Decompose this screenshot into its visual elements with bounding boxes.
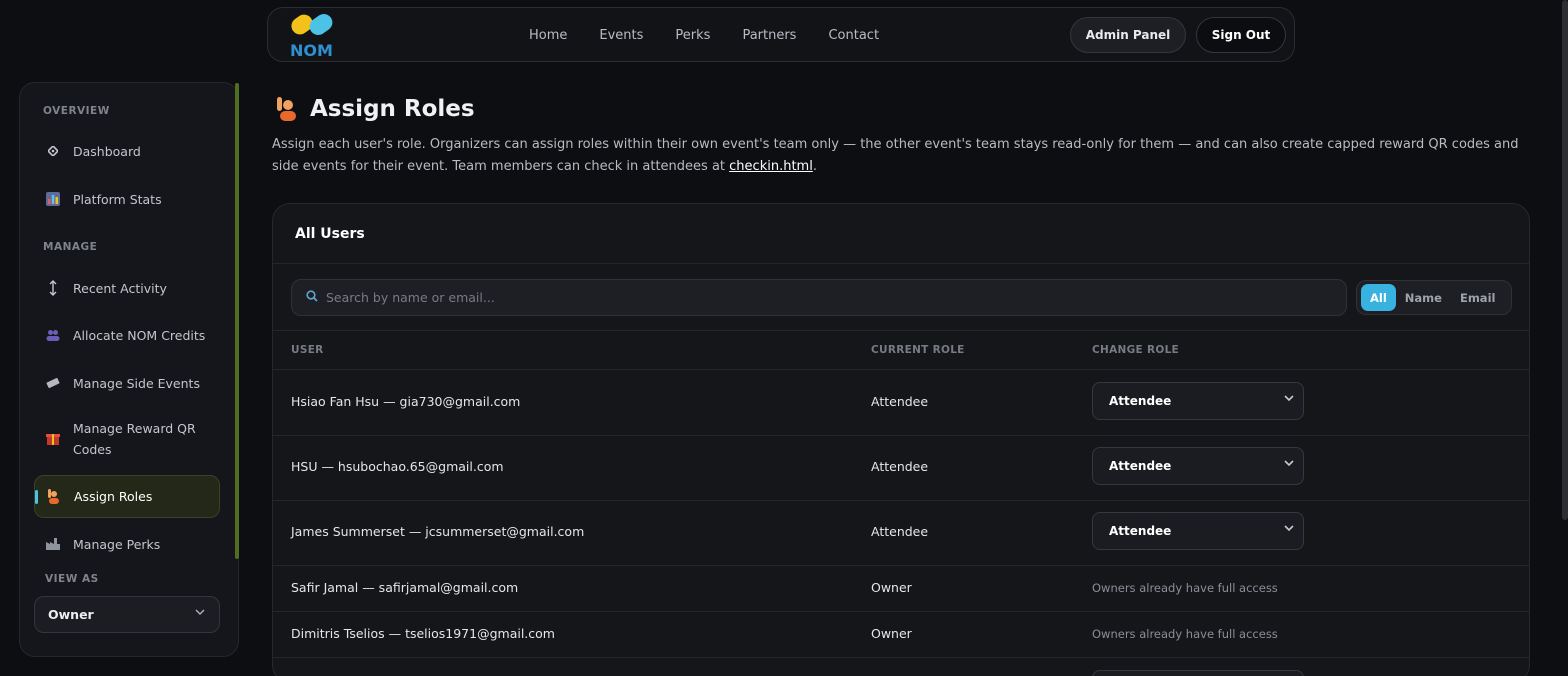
nom-logo[interactable]: NOM bbox=[288, 12, 338, 58]
change-role-select[interactable]: Attendee bbox=[1092, 382, 1304, 420]
divider bbox=[273, 263, 1529, 264]
up-down-arrow-icon bbox=[44, 279, 62, 297]
sidebar-item-manage-perks[interactable]: Manage Perks bbox=[34, 532, 220, 556]
nav-link-perks[interactable]: Perks bbox=[675, 28, 710, 43]
sidebar-item-dashboard[interactable]: Dashboard bbox=[34, 139, 220, 163]
sidebar-item-assign-roles[interactable]: Assign Roles bbox=[34, 475, 220, 518]
ticket-icon bbox=[44, 374, 62, 392]
chevron-down-icon bbox=[1284, 524, 1294, 535]
sidebar-item-manage-reward-qr-codes[interactable]: Manage Reward QR Codes bbox=[34, 416, 220, 462]
factory-icon bbox=[44, 535, 62, 553]
card-title: All Users bbox=[295, 226, 365, 242]
diamond-icon bbox=[44, 142, 62, 160]
nav-link-contact[interactable]: Contact bbox=[828, 28, 879, 43]
table-row bbox=[273, 657, 1529, 676]
sidebar-item-allocate-nom-credits[interactable]: Allocate NOM Credits bbox=[34, 323, 220, 347]
raised-hand-person-icon bbox=[45, 488, 63, 506]
divider bbox=[273, 330, 1529, 331]
change-role-select[interactable]: Attendee bbox=[1092, 447, 1304, 485]
page-scrollbar[interactable] bbox=[1562, 0, 1568, 676]
sidebar-item-label: Assign Roles bbox=[74, 489, 153, 504]
users-card: All Users All Name Email USER CURRENT RO… bbox=[272, 203, 1530, 676]
row-current-role: Attendee bbox=[871, 394, 929, 409]
row-current-role: Owner bbox=[871, 580, 912, 595]
people-icon bbox=[44, 326, 62, 344]
row-user: Hsiao Fan Hsu — gia730@gmail.com bbox=[291, 394, 521, 409]
sidebar-item-label: Manage Perks bbox=[73, 536, 161, 552]
row-user: HSU — hsubochao.65@gmail.com bbox=[291, 459, 504, 474]
search-icon bbox=[306, 290, 318, 305]
admin-panel-button[interactable]: Admin Panel bbox=[1070, 17, 1186, 53]
chevron-down-icon bbox=[195, 608, 205, 619]
sidebar-item-label: Manage Side Events bbox=[73, 375, 200, 391]
sidebar-item-recent-activity[interactable]: Recent Activity bbox=[34, 276, 220, 300]
change-role-select[interactable] bbox=[1092, 670, 1304, 676]
owner-access-note: Owners already have full access bbox=[1092, 627, 1278, 641]
page-title-text: Assign Roles bbox=[310, 96, 475, 122]
nav-link-partners[interactable]: Partners bbox=[742, 28, 796, 43]
change-role-select[interactable]: Attendee bbox=[1092, 512, 1304, 550]
checkin-link[interactable]: checkin.html bbox=[729, 159, 813, 174]
table-row: James Summerset — jcsummerset@gmail.com … bbox=[273, 500, 1529, 565]
column-header-user: USER bbox=[291, 344, 324, 356]
row-current-role: Attendee bbox=[871, 459, 929, 474]
chevron-down-icon bbox=[1284, 459, 1294, 470]
nav-link-home[interactable]: Home bbox=[529, 28, 567, 43]
row-current-role: Owner bbox=[871, 626, 912, 641]
sidebar-heading-view-as: VIEW AS bbox=[45, 573, 99, 585]
sidebar-item-label: Manage Reward QR Codes bbox=[73, 421, 196, 457]
owner-access-note: Owners already have full access bbox=[1092, 581, 1278, 595]
view-as-select[interactable]: Owner bbox=[34, 596, 220, 633]
row-user: Safir Jamal — safirjamal@gmail.com bbox=[291, 580, 519, 595]
sidebar-heading-overview: OVERVIEW bbox=[43, 105, 110, 117]
bar-chart-icon bbox=[44, 190, 62, 208]
row-user: Dimitris Tselios — tselios1971@gmail.com bbox=[291, 626, 555, 641]
sidebar-item-label: Allocate NOM Credits bbox=[73, 327, 206, 343]
sign-out-button[interactable]: Sign Out bbox=[1196, 17, 1286, 53]
sidebar-item-label: Platform Stats bbox=[73, 191, 162, 207]
table-row: Hsiao Fan Hsu — gia730@gmail.com Attende… bbox=[273, 370, 1529, 435]
view-as-value: Owner bbox=[48, 607, 94, 622]
filter-email[interactable]: Email bbox=[1451, 284, 1504, 311]
sidebar-item-manage-side-events[interactable]: Manage Side Events bbox=[34, 371, 220, 395]
sidebar-item-label: Recent Activity bbox=[73, 280, 167, 296]
page-title: Assign Roles bbox=[276, 96, 475, 122]
table-row: HSU — hsubochao.65@gmail.com Attendee At… bbox=[273, 435, 1529, 500]
top-nav: NOM Home Events Perks Partners Contact A… bbox=[267, 7, 1295, 62]
sidebar-item-label: Dashboard bbox=[73, 143, 141, 159]
search-input[interactable] bbox=[326, 290, 1346, 305]
filter-name[interactable]: Name bbox=[1396, 284, 1451, 311]
page-description: Assign each user's role. Organizers can … bbox=[272, 137, 1519, 174]
table-row: Dimitris Tselios — tselios1971@gmail.com… bbox=[273, 611, 1529, 657]
nav-link-events[interactable]: Events bbox=[599, 28, 643, 43]
sidebar-heading-manage: MANAGE bbox=[43, 241, 98, 253]
sidebar: OVERVIEW Dashboard Platform Stats MANAGE… bbox=[19, 82, 239, 657]
sidebar-item-platform-stats[interactable]: Platform Stats bbox=[34, 187, 220, 211]
row-current-role: Attendee bbox=[871, 524, 929, 539]
chevron-down-icon bbox=[1284, 394, 1294, 405]
search-box[interactable] bbox=[291, 279, 1347, 316]
search-filter-toggle: All Name Email bbox=[1356, 280, 1512, 315]
raised-hand-person-icon bbox=[277, 97, 296, 121]
column-header-current-role: CURRENT ROLE bbox=[871, 344, 965, 356]
table-row: Safir Jamal — safirjamal@gmail.com Owner… bbox=[273, 565, 1529, 611]
filter-all[interactable]: All bbox=[1361, 284, 1396, 311]
sidebar-scroll-accent[interactable] bbox=[235, 83, 239, 559]
gift-icon bbox=[44, 429, 62, 447]
scrollbar-thumb[interactable] bbox=[1562, 0, 1568, 520]
row-user: James Summerset — jcsummerset@gmail.com bbox=[291, 524, 585, 539]
nav-links: Home Events Perks Partners Contact bbox=[529, 8, 911, 63]
column-header-change-role: CHANGE ROLE bbox=[1092, 344, 1180, 356]
svg-text:NOM: NOM bbox=[290, 41, 333, 58]
